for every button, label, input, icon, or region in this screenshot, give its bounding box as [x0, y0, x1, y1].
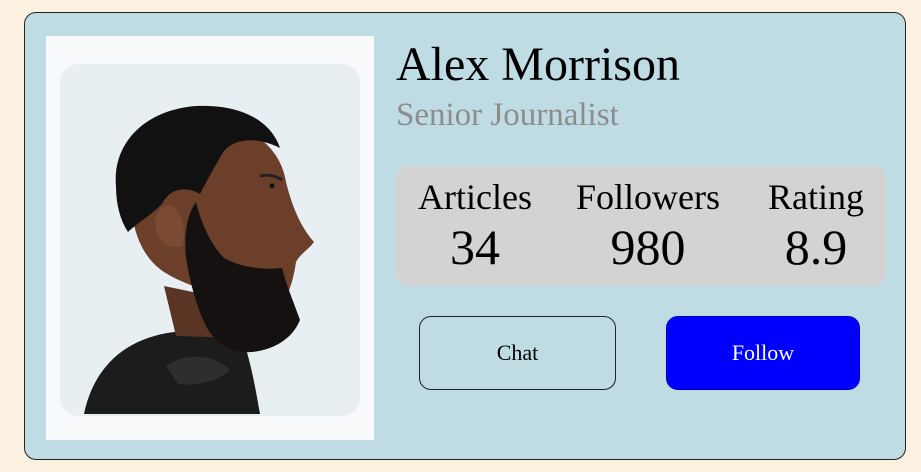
stat-label: Followers [576, 177, 720, 217]
profile-title: Senior Journalist [396, 97, 619, 133]
stat-label: Articles [418, 177, 532, 217]
stat-rating: Rating 8.9 [764, 176, 868, 276]
avatar [84, 105, 314, 414]
stat-articles: Articles 34 [414, 176, 536, 276]
stat-label: Rating [768, 177, 864, 217]
stats-panel: Articles 34 Followers 980 Rating 8.9 [396, 166, 886, 286]
profile-photo [46, 36, 374, 440]
stat-value: 980 [610, 219, 686, 275]
profile-card: Alex Morrison Senior Journalist Articles… [24, 12, 906, 460]
follow-button[interactable]: Follow [666, 316, 860, 390]
stat-value: 34 [450, 219, 500, 275]
profile-name: Alex Morrison [396, 38, 680, 91]
stat-value: 8.9 [784, 219, 848, 275]
stat-followers: Followers 980 [572, 176, 724, 276]
chat-button[interactable]: Chat [419, 316, 616, 390]
